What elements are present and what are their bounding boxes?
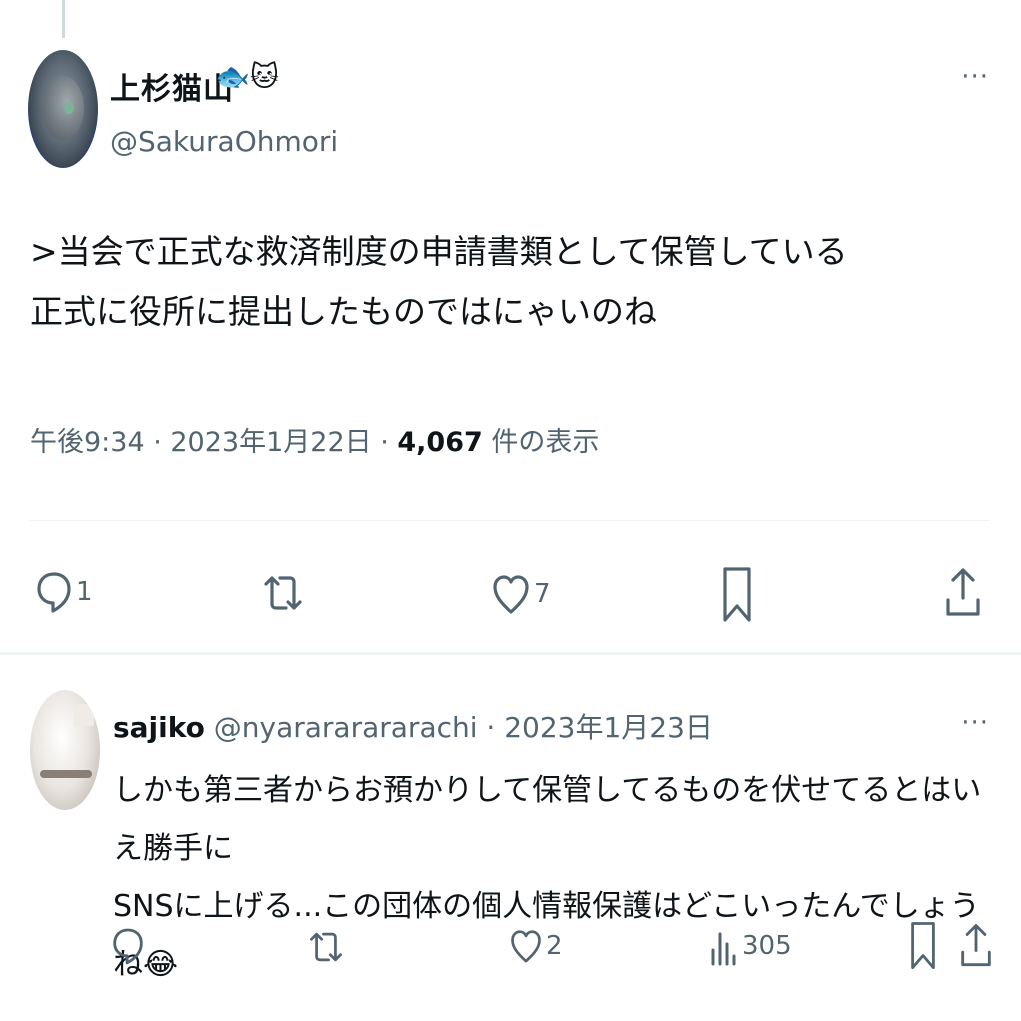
avatar-cat-eye	[64, 102, 74, 114]
more-icon[interactable]: ···	[961, 62, 989, 92]
reply-avatar[interactable]	[30, 690, 100, 810]
more-icon[interactable]: ···	[961, 708, 989, 738]
name-emojis: 🐟🐱	[215, 60, 280, 93]
divider	[30, 520, 990, 521]
like-count: 7	[534, 579, 551, 609]
bookmark-icon	[911, 922, 935, 970]
tweet-text-line: >当会で正式な救済制度の申請書類として保管している	[30, 232, 848, 271]
bookmark-button[interactable]	[722, 566, 752, 624]
share-icon	[946, 568, 980, 616]
reply-count: 1	[76, 577, 93, 607]
tweet-meta: 午後9:34 · 2023年1月22日 · 4,067 件の表示	[30, 420, 599, 459]
retweet-icon	[264, 576, 302, 610]
reply-icon	[113, 928, 143, 965]
avatar[interactable]	[28, 50, 98, 168]
avatar-cat-ear	[74, 704, 94, 726]
retweet-button[interactable]	[262, 570, 308, 616]
reply-text-line: しかも第三者からお預かりして保管してるものを伏せてるとはいえ勝手に	[113, 773, 982, 866]
reply-display-name[interactable]: sajiko	[113, 711, 205, 744]
reply-share-button[interactable]	[960, 922, 992, 970]
like-button[interactable]: 7	[492, 572, 551, 616]
tweet-separator	[0, 652, 1021, 655]
tweet-text: >当会で正式な救済制度の申請書類として保管している 正式に役所に提出したものでは…	[30, 222, 848, 342]
like-icon	[511, 930, 541, 963]
reply-button[interactable]: 1	[36, 568, 93, 616]
views-label: 件の表示	[482, 427, 600, 458]
reply-handle-date[interactable]: @nyarararararachi · 2023年1月23日	[205, 711, 713, 744]
retweet-icon	[310, 932, 342, 962]
views-icon	[711, 932, 736, 966]
tweet-timestamp[interactable]: 午後9:34 · 2023年1月22日 ·	[30, 427, 397, 458]
avatar-cat-stripe	[40, 770, 92, 778]
tweet-text-line: 正式に役所に提出したものではにゃいのね	[30, 292, 657, 331]
reply-views-button[interactable]: 305	[710, 926, 792, 966]
reply-header: sajiko @nyarararararachi · 2023年1月23日	[113, 706, 713, 746]
avatar-cat-face	[42, 76, 84, 140]
reply-bookmark-button[interactable]	[910, 920, 936, 972]
reply-reply-button[interactable]	[112, 924, 148, 968]
share-icon	[961, 924, 991, 967]
like-icon	[493, 575, 529, 614]
share-button[interactable]	[945, 566, 981, 620]
reply-icon	[37, 572, 71, 613]
views-count: 4,067	[397, 427, 483, 458]
reply-views-count: 305	[742, 931, 792, 961]
thread-connector-line	[62, 0, 65, 38]
bookmark-icon	[723, 567, 751, 622]
reply-retweet-button[interactable]	[308, 926, 348, 968]
reply-like-count: 2	[546, 931, 563, 961]
reply-like-button[interactable]: 2	[510, 926, 563, 966]
user-handle[interactable]: @SakuraOhmori	[110, 125, 338, 158]
